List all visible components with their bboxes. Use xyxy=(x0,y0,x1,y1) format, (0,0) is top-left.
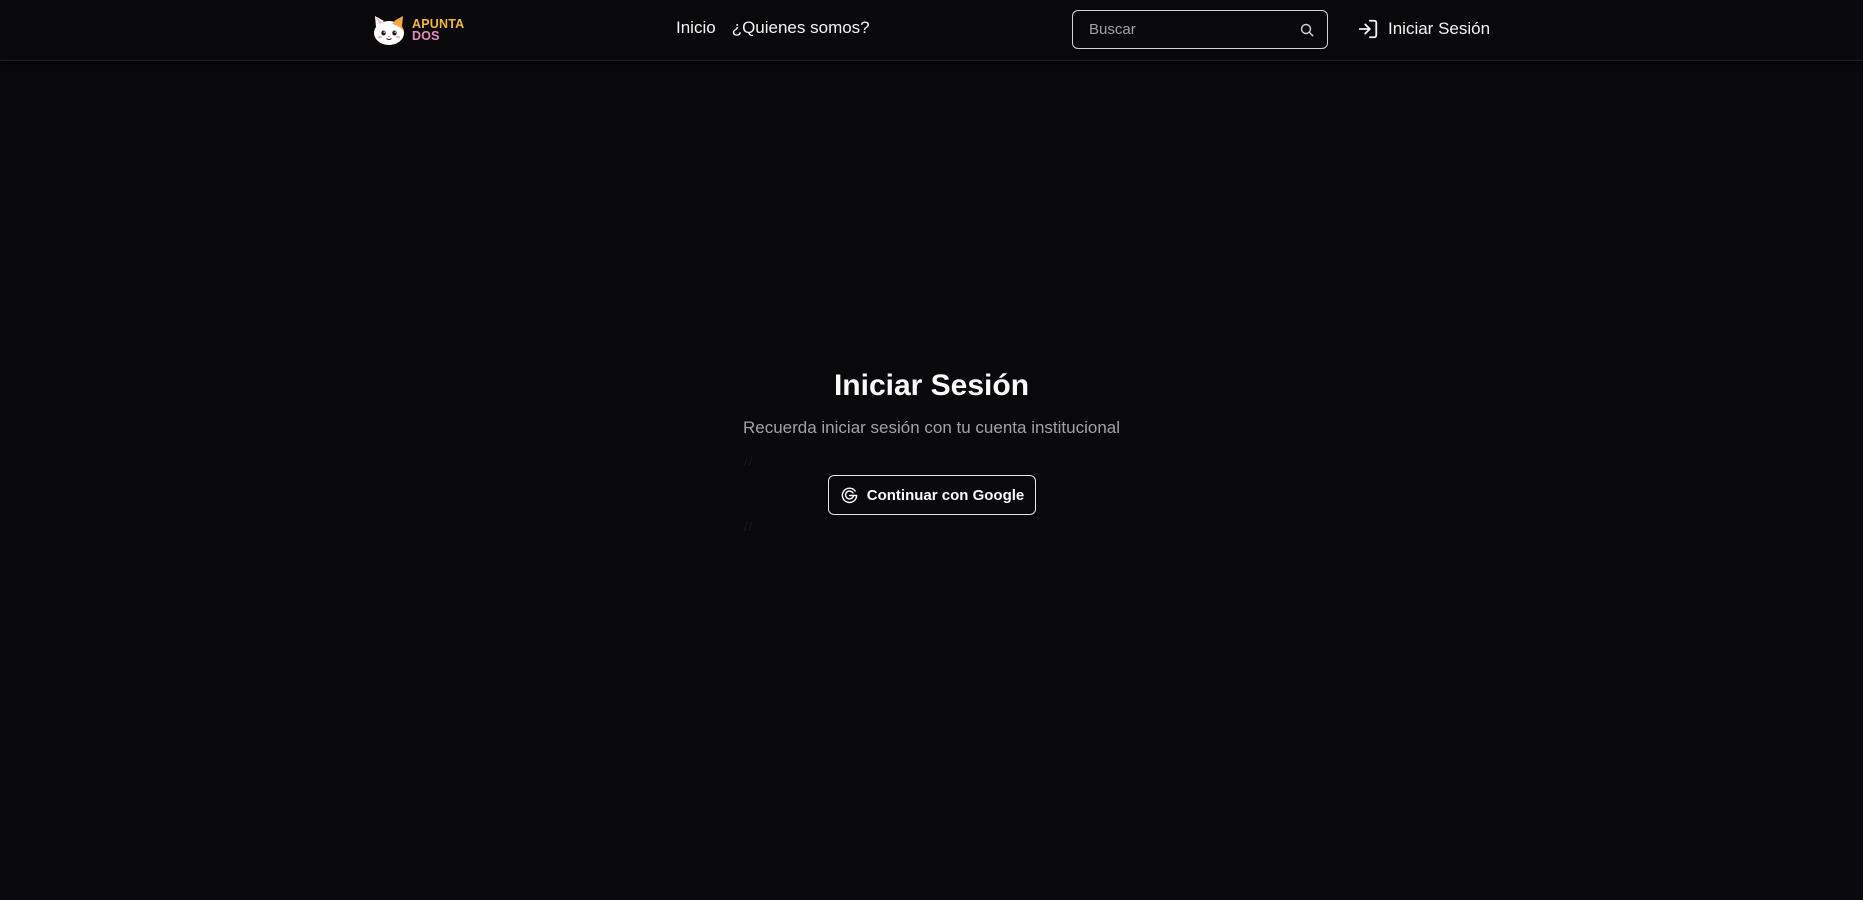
nav-login-label: Iniciar Sesión xyxy=(1388,19,1491,38)
search-icon[interactable] xyxy=(1299,22,1315,38)
comment-mark-top: // xyxy=(744,454,754,469)
brand-wordmark: APUNTA DOS xyxy=(412,18,464,43)
search-input[interactable] xyxy=(1089,21,1299,38)
brand-line-2: DOS xyxy=(412,29,440,43)
login-subtitle: Recuerda iniciar sesión con tu cuenta in… xyxy=(742,418,1121,437)
google-icon xyxy=(841,487,858,503)
brand-logo-link[interactable]: APUNTA DOS xyxy=(372,12,464,48)
login-section: Iniciar Sesión Recuerda iniciar sesión c… xyxy=(0,364,1863,440)
login-title: Iniciar Sesión xyxy=(833,369,1030,402)
nav-link-quienes-somos[interactable]: ¿Quienes somos? xyxy=(732,18,870,38)
google-login-button[interactable]: Continuar con Google xyxy=(828,475,1036,515)
comment-mark-bottom: // xyxy=(744,519,754,534)
navbar: APUNTA DOS Inicio ¿Quienes somos? Inicia… xyxy=(0,0,1863,61)
nav-login-button[interactable]: Iniciar Sesión xyxy=(1357,18,1490,40)
search-box[interactable] xyxy=(1072,10,1328,49)
log-in-icon xyxy=(1358,19,1378,39)
google-login-label: Continuar con Google xyxy=(866,486,1025,504)
nav-link-inicio[interactable]: Inicio xyxy=(676,18,716,38)
cat-logo-icon xyxy=(374,16,404,45)
main-nav: Inicio ¿Quienes somos? xyxy=(676,18,870,38)
